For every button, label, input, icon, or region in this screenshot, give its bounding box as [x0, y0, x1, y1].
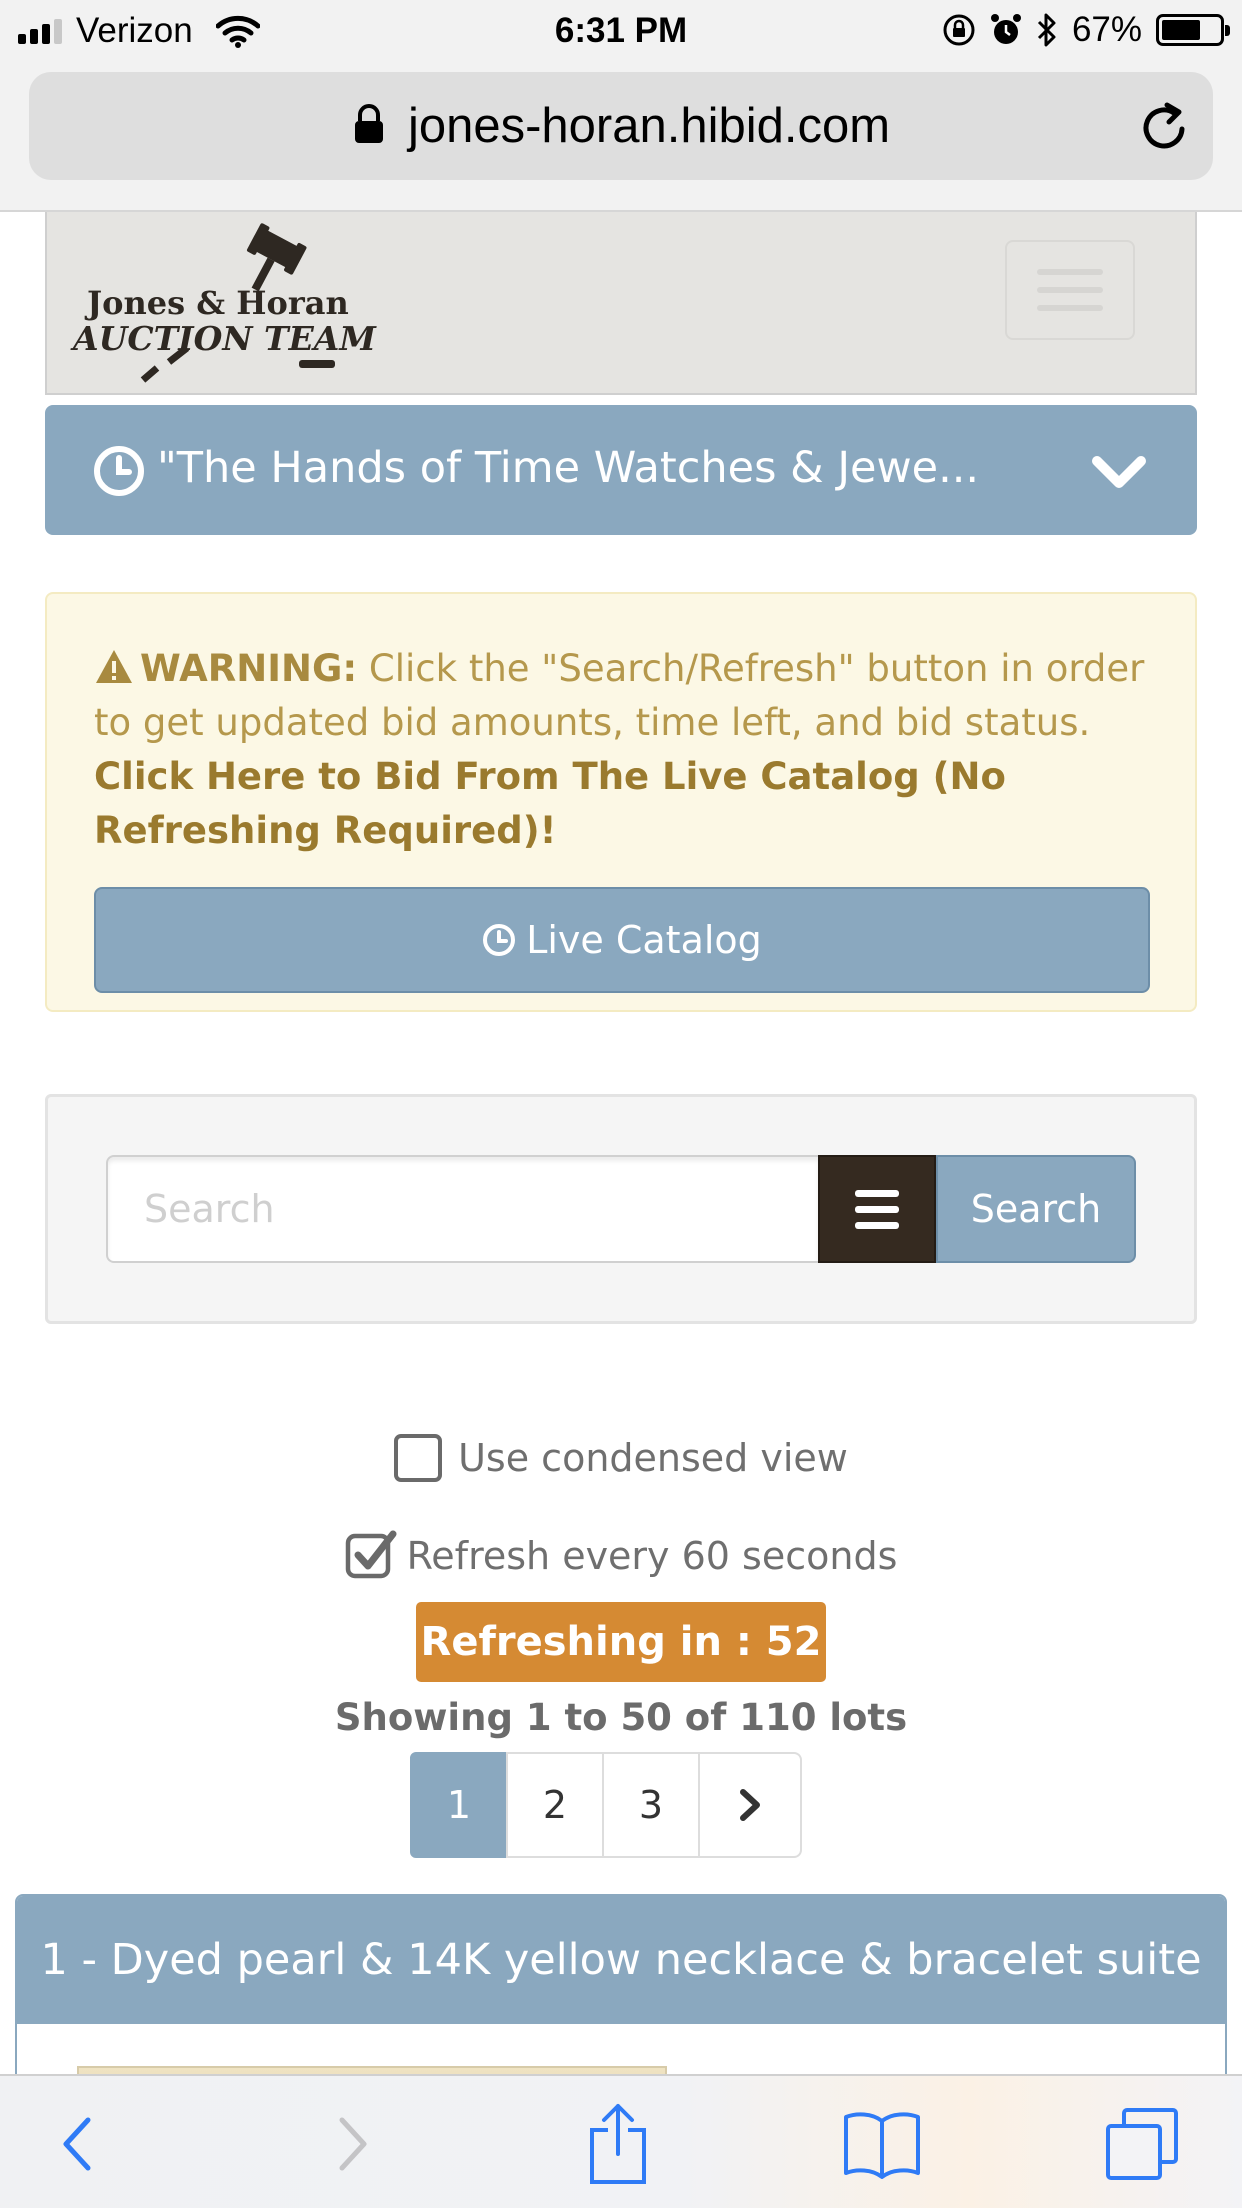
auction-title: "The Hands of Time Watches & Jewe... — [157, 443, 980, 493]
refresh-countdown-badge: Refreshing in : 52 — [416, 1602, 826, 1682]
auto-refresh-label: Refresh every 60 seconds — [406, 1534, 898, 1578]
alarm-icon — [990, 14, 1021, 44]
site-logo[interactable]: Jones & Horan AUCTION TEAM — [61, 222, 401, 392]
bluetooth-icon — [1037, 13, 1056, 47]
battery-percent: 67% — [1071, 10, 1142, 49]
condensed-view-option[interactable]: Use condensed view — [0, 1434, 1242, 1482]
auto-refresh-checkbox[interactable] — [345, 1528, 397, 1580]
condensed-view-checkbox[interactable] — [394, 1434, 443, 1482]
auction-selector[interactable]: "The Hands of Time Watches & Jewe... — [45, 405, 1197, 535]
share-icon[interactable] — [578, 2104, 658, 2184]
web-page: Jones & Horan AUCTION TEAM "The Hands of… — [0, 212, 1242, 2074]
back-icon[interactable] — [38, 2104, 118, 2184]
logo-line2: AUCTION TEAM — [70, 319, 377, 358]
chevron-down-icon[interactable] — [1091, 453, 1147, 493]
auto-refresh-option[interactable]: Refresh every 60 seconds — [0, 1530, 1242, 1582]
warning-alert: WARNING: Click the "Search/Refresh" butt… — [45, 592, 1197, 1012]
live-catalog-label: Live Catalog — [526, 918, 762, 962]
warning-icon — [96, 650, 132, 683]
live-catalog-button[interactable]: Live Catalog — [94, 887, 1150, 993]
clock-icon — [94, 446, 144, 496]
clock-icon — [483, 924, 516, 956]
live-catalog-link[interactable]: Click Here to Bid From The Live Catalog … — [94, 750, 1151, 858]
site-header: Jones & Horan AUCTION TEAM — [45, 212, 1197, 395]
search-input[interactable] — [106, 1155, 818, 1263]
pagination: 1 2 3 — [410, 1752, 802, 1858]
browser-toolbar — [0, 2074, 1242, 2208]
lot-card[interactable]: 1 - Dyed pearl & 14K yellow necklace & b… — [15, 1894, 1227, 2074]
orientation-lock-icon — [943, 14, 975, 46]
hamburger-icon — [855, 1189, 899, 1197]
bookmarks-icon[interactable] — [842, 2104, 922, 2184]
page-2-button[interactable]: 2 — [506, 1752, 604, 1858]
hamburger-icon — [1037, 269, 1103, 275]
url-text[interactable]: jones-horan.hibid.com — [408, 98, 890, 154]
browser-address-bar: jones-horan.hibid.com — [0, 64, 1242, 212]
results-count: Showing 1 to 50 of 110 lots — [334, 1696, 908, 1739]
search-button[interactable]: Search — [936, 1155, 1136, 1263]
page-3-button[interactable]: 3 — [602, 1752, 700, 1858]
logo-line1: Jones & Horan — [84, 284, 349, 322]
warning-text: WARNING: Click the "Search/Refresh" butt… — [94, 642, 1151, 858]
condensed-view-label: Use condensed view — [458, 1436, 848, 1480]
status-bar: Verizon 6:31 PM 67% — [0, 0, 1242, 64]
tabs-icon[interactable] — [1102, 2104, 1182, 2184]
lot-title[interactable]: 1 - Dyed pearl & 14K yellow necklace & b… — [17, 1896, 1225, 2024]
url-field[interactable]: jones-horan.hibid.com — [29, 72, 1213, 180]
forward-icon[interactable] — [312, 2104, 392, 2184]
search-panel: Search — [45, 1094, 1197, 1324]
battery-icon — [1156, 14, 1230, 46]
next-page-button[interactable] — [698, 1752, 802, 1858]
page-1-button[interactable]: 1 — [410, 1752, 508, 1858]
chevron-right-icon — [740, 1789, 760, 1821]
reload-icon[interactable] — [1137, 100, 1191, 154]
warning-label: WARNING: — [140, 647, 358, 690]
nav-menu-toggle[interactable] — [1005, 240, 1135, 340]
lot-thumbnail[interactable] — [77, 2066, 667, 2074]
lock-icon — [354, 104, 383, 143]
filter-menu-button[interactable] — [818, 1155, 936, 1263]
